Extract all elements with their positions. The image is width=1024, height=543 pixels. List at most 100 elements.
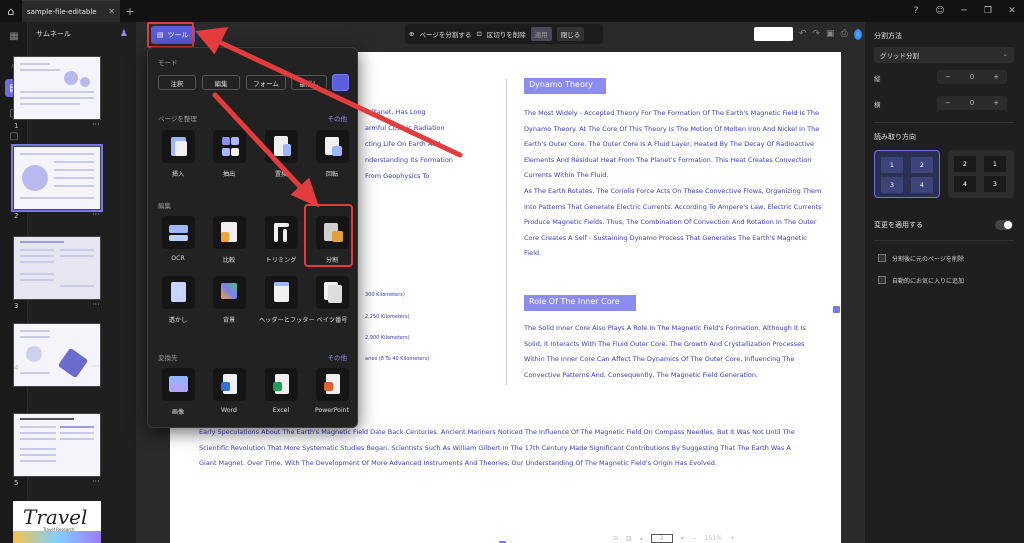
minus-icon[interactable]: − <box>945 99 951 107</box>
watermark-tool[interactable]: 透かし <box>156 276 200 328</box>
thumbnail-page-6[interactable]: Travel Travel Research <box>13 501 101 543</box>
rotate-icon <box>315 130 349 163</box>
powerpoint-icon <box>315 368 349 401</box>
next-page-icon[interactable]: ▾ <box>681 535 684 542</box>
page-more-button[interactable]: ··· <box>92 210 100 219</box>
delete-original-label: 分割後に元のページを削除 <box>892 256 964 263</box>
direction-cell: 4 <box>911 177 933 193</box>
reading-direction-title: 読み取り方向 <box>874 133 916 141</box>
prev-page-icon[interactable]: ▴ <box>640 535 643 542</box>
thumbnail-page-1[interactable] <box>13 56 101 120</box>
header-footer-tool[interactable]: ヘッダーとフッター <box>259 276 315 328</box>
organize-section-title: ページを整理 <box>158 115 197 123</box>
insert-tool[interactable]: 挿入 <box>156 130 200 182</box>
zoom-level[interactable]: 151% <box>705 535 722 542</box>
convert-powerpoint-tool[interactable]: PowerPoint <box>310 368 354 420</box>
compare-tool[interactable]: 比較 <box>207 216 251 268</box>
mode-form[interactable]: フォーム <box>246 75 286 90</box>
horizontal-stepper[interactable]: − 0 + <box>937 96 1007 110</box>
convert-image-tool[interactable]: 画像 <box>156 368 200 420</box>
split-handle-right[interactable] <box>833 306 840 313</box>
print-icon[interactable]: ⎙ <box>841 29 848 39</box>
close-window-icon[interactable]: ✕ <box>1000 6 1024 16</box>
extract-label: 抽出 <box>222 171 236 178</box>
add-favorite-checkbox[interactable] <box>878 276 886 284</box>
tab-title: sample-file-editable <box>27 7 97 16</box>
save-icon[interactable]: ▣ <box>826 29 835 39</box>
page-more-button[interactable]: ··· <box>92 477 100 486</box>
document-tab[interactable]: sample-file-editable ✕ <box>22 0 120 22</box>
split-method-select[interactable]: グリッド分割 ⌄ <box>874 47 1014 63</box>
page-more-button[interactable]: ··· <box>92 362 100 371</box>
organize-more-link[interactable]: その他 <box>328 113 348 123</box>
new-tab-button[interactable]: + <box>120 5 140 18</box>
grid-icon[interactable]: ▦ <box>5 27 23 45</box>
page-number: 2 <box>14 212 19 220</box>
ocr-label: OCR <box>171 255 185 262</box>
bates-number-tool[interactable]: ベイツ番号 <box>310 276 354 328</box>
fit-page-icon[interactable]: ⊟ <box>613 535 618 542</box>
apply-button[interactable]: 適用 <box>530 27 552 41</box>
minimize-icon[interactable]: ─ <box>952 6 976 16</box>
mode-redact[interactable]: 墨消し <box>291 75 327 90</box>
thumbnails-title: サムネール <box>36 30 71 38</box>
plus-icon[interactable]: + <box>993 99 999 107</box>
home-icon[interactable]: ⌂ <box>0 0 22 22</box>
mode-edit[interactable]: 編集 <box>202 75 240 90</box>
replace-label: 置換 <box>274 171 288 178</box>
ai-assistant-icon[interactable] <box>853 28 862 40</box>
convert-word-tool[interactable]: Word <box>207 368 251 420</box>
page-more-button[interactable]: ··· <box>92 300 100 309</box>
crop-tool[interactable]: トリミング <box>259 216 303 268</box>
undo-icon[interactable]: ↶ <box>799 29 807 39</box>
convert-excel-tool[interactable]: Excel <box>259 368 303 420</box>
page-more-button[interactable]: ··· <box>92 120 100 129</box>
mode-annotate[interactable]: 注釈 <box>158 75 196 90</box>
restore-icon[interactable]: ❐ <box>976 6 1000 16</box>
rotate-tool[interactable]: 回転 <box>310 130 354 182</box>
plus-icon[interactable]: + <box>993 73 999 81</box>
close-button[interactable]: 閉じる <box>556 27 585 41</box>
zoom-out-icon[interactable]: − <box>692 535 697 542</box>
thumbnail-page-3[interactable] <box>13 236 101 300</box>
direction-cell: 3 <box>984 176 1006 192</box>
split-page-button[interactable]: ページを分割する <box>419 29 471 39</box>
account-icon[interactable]: ☺ <box>928 6 952 16</box>
vertical-stepper[interactable]: − 0 + <box>937 70 1007 84</box>
crop-icon <box>264 216 298 249</box>
excel-icon <box>264 368 298 401</box>
zoom-in-icon[interactable]: + <box>730 535 735 542</box>
replace-icon <box>264 130 298 163</box>
replace-tool[interactable]: 置換 <box>259 130 303 182</box>
dual-page-icon[interactable]: ▥ <box>626 535 632 542</box>
direction-option-1[interactable]: 1 2 3 4 <box>874 150 940 198</box>
apply-changes-label: 変更を適用する <box>874 221 923 229</box>
direction-option-2[interactable]: 2 1 4 3 <box>948 150 1014 198</box>
window-controls: ? ☺ ─ ❐ ✕ <box>904 0 1024 22</box>
delete-split-button[interactable]: 区切りを削除 <box>487 29 526 39</box>
delete-original-checkbox[interactable] <box>878 254 886 262</box>
heading-dynamo-theory: Dynamo Theory <box>524 78 606 94</box>
page-number: 3 <box>14 302 19 310</box>
minus-icon[interactable]: − <box>945 73 951 81</box>
page-input[interactable]: 2 <box>650 534 673 543</box>
extract-tool[interactable]: 抽出 <box>207 130 251 182</box>
background-tool[interactable]: 背景 <box>207 276 251 328</box>
mode-extra-icon[interactable] <box>332 74 349 91</box>
apply-changes-toggle[interactable] <box>995 220 1013 230</box>
thumbnail-page-5[interactable] <box>13 413 101 477</box>
thumbnail-page-4[interactable] <box>13 323 101 387</box>
help-icon[interactable]: ? <box>904 6 928 16</box>
partial-small-text: 300 Kilometers) <box>365 292 405 298</box>
background-label: 背景 <box>222 317 236 324</box>
ocr-tool[interactable]: OCR <box>156 216 200 268</box>
close-tab-icon[interactable]: ✕ <box>108 7 115 16</box>
edit-section-title: 編集 <box>158 202 171 210</box>
direction-cell: 2 <box>954 156 976 172</box>
convert-more-link[interactable]: その他 <box>328 352 348 362</box>
thumbnail-page-2[interactable] <box>11 144 103 212</box>
top-right-field[interactable] <box>754 27 793 41</box>
redo-icon[interactable]: ↷ <box>813 29 821 39</box>
insert-label: 挿入 <box>171 171 185 178</box>
pin-icon[interactable]: ♟ <box>120 29 128 39</box>
